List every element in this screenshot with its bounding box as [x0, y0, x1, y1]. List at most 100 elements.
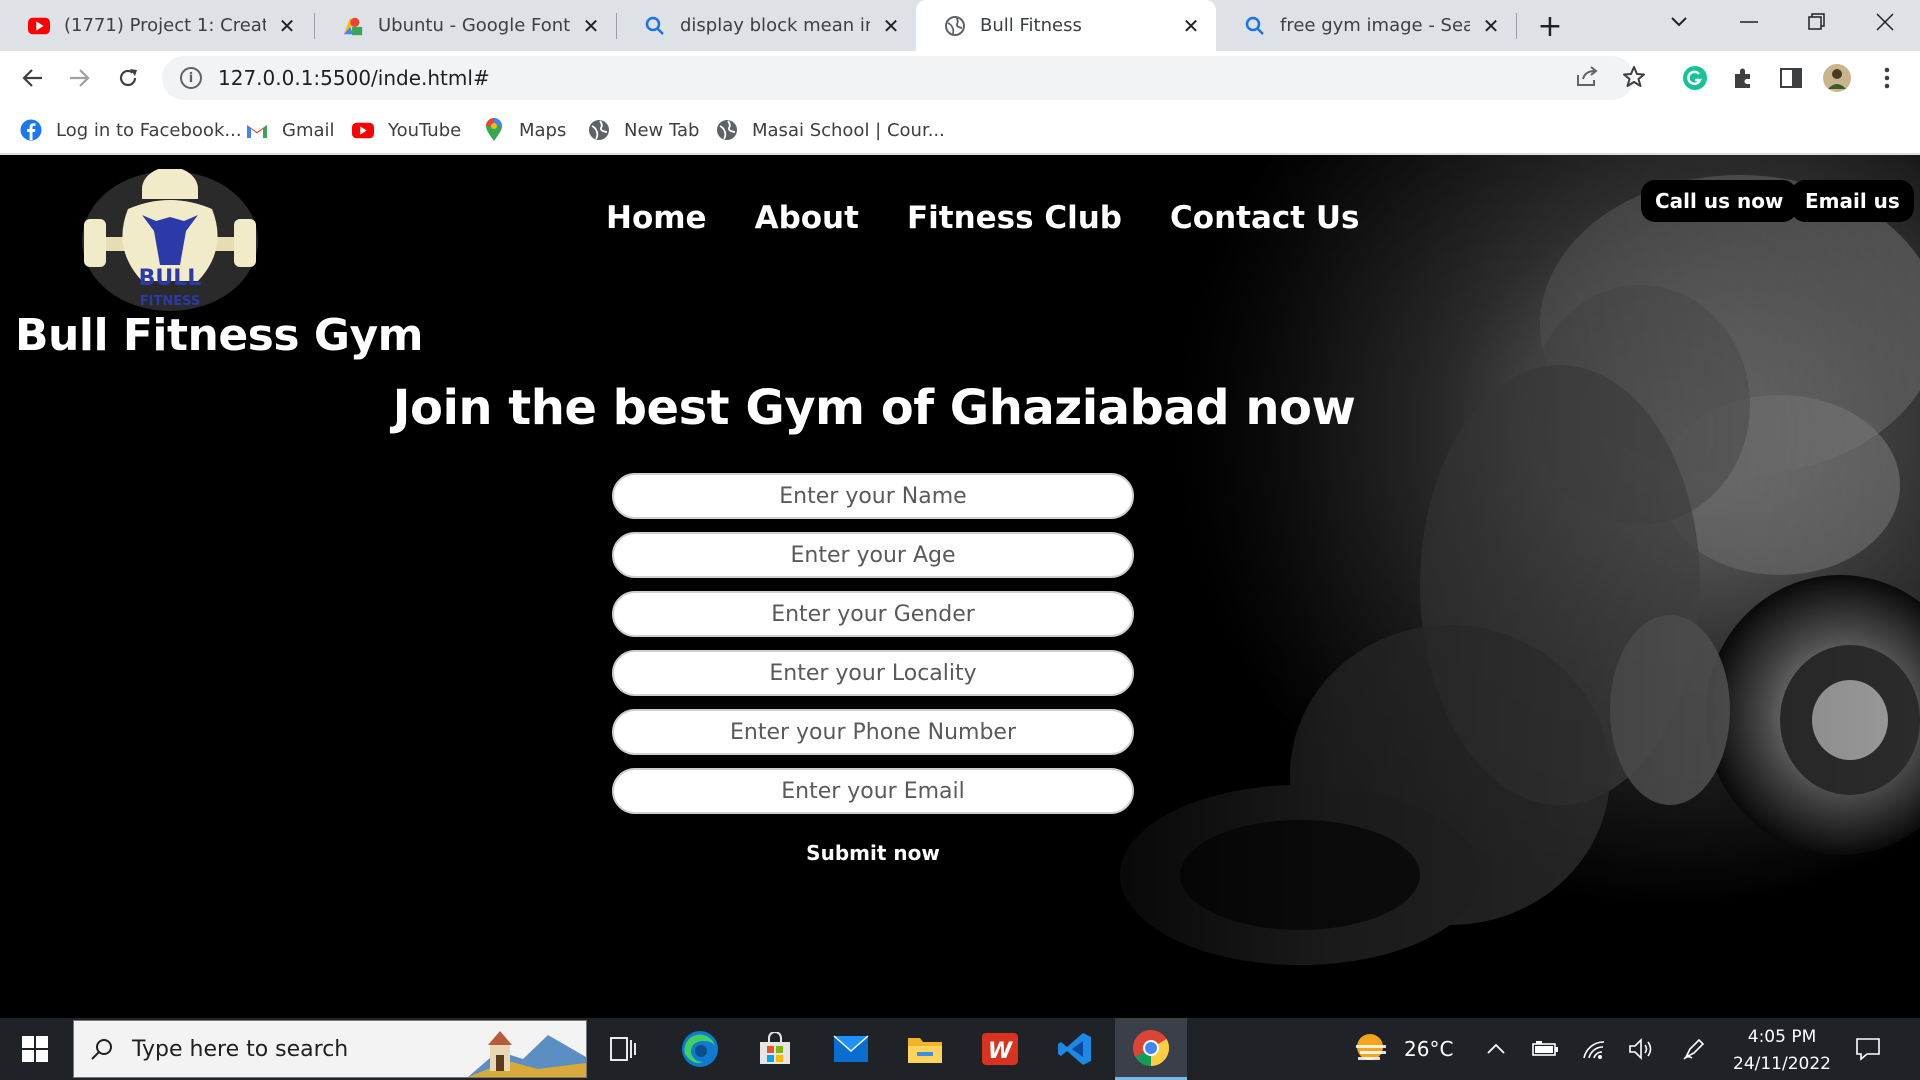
wifi-icon[interactable]: [1582, 1018, 1608, 1080]
gmail-icon: [246, 119, 268, 141]
grammarly-icon[interactable]: [1680, 63, 1710, 93]
facebook-icon: [20, 119, 42, 141]
tab-youtube-project[interactable]: (1771) Project 1: Creating ✕: [0, 0, 312, 51]
google-fonts-icon: [342, 15, 364, 37]
locality-input[interactable]: [612, 650, 1134, 696]
tab-title: free gym image - Search: [1280, 15, 1470, 36]
tab-display-block[interactable]: display block mean in css ✕: [616, 0, 916, 51]
back-button[interactable]: [14, 60, 50, 96]
bookmark-label: New Tab: [624, 119, 700, 141]
bookmark-new-tab[interactable]: New Tab: [588, 116, 699, 144]
tab-google-fonts[interactable]: Ubuntu - Google Fonts ✕: [314, 0, 616, 51]
mail-icon[interactable]: [828, 1026, 874, 1072]
name-input[interactable]: [612, 473, 1134, 519]
close-icon[interactable]: ✕: [276, 14, 298, 38]
main-nav: Home About Fitness Club Contact Us: [606, 200, 1359, 236]
info-icon[interactable]: i: [180, 67, 202, 89]
edge-icon[interactable]: [677, 1026, 723, 1072]
tab-title: Bull Fitness: [980, 15, 1082, 36]
close-icon[interactable]: ✕: [880, 14, 902, 38]
pen-icon[interactable]: [1682, 1018, 1706, 1080]
youtube-icon: [28, 15, 50, 37]
tab-title: Ubuntu - Google Fonts: [378, 15, 570, 36]
reload-button[interactable]: [110, 60, 146, 96]
bookmark-masai-school[interactable]: Masai School | Cour...: [716, 116, 945, 144]
arrow-left-icon: [22, 69, 42, 87]
restore-button[interactable]: [1784, 0, 1850, 44]
logo-subtext: FITNESS: [140, 294, 201, 309]
vscode-icon[interactable]: [1052, 1026, 1098, 1072]
bookmark-label: Log in to Facebook...: [56, 119, 242, 141]
svg-text:W: W: [988, 1039, 1014, 1064]
bookmarks-bar: Log in to Facebook... Gmail YouTube Maps…: [0, 106, 1920, 154]
weather-sun-icon: [1356, 1034, 1386, 1060]
volume-icon[interactable]: [1628, 1018, 1654, 1080]
clock-time: 4:05 PM: [1747, 1027, 1817, 1047]
nav-about[interactable]: About: [755, 200, 859, 236]
menu-dots-icon[interactable]: [1872, 63, 1902, 93]
forward-button[interactable]: [62, 60, 98, 96]
gym-logo: BULL FITNESS: [82, 169, 258, 311]
tab-gym-image-search[interactable]: free gym image - Search ✕: [1216, 0, 1516, 51]
page-viewport: BULL FITNESS Bull Fitness Gym Home About…: [0, 155, 1920, 1018]
weather-widget[interactable]: 26°C: [1352, 1018, 1453, 1080]
chrome-taskbar-icon[interactable]: [1115, 1018, 1187, 1080]
taskbar-search[interactable]: Type here to search: [73, 1020, 587, 1078]
tab-strip: (1771) Project 1: Creating ✕ Ubuntu - Go…: [0, 0, 1920, 51]
submit-button[interactable]: Submit now: [612, 829, 1134, 877]
gender-input[interactable]: [612, 591, 1134, 637]
hero-bodybuilder-image: [1020, 155, 1920, 1018]
show-hidden-icons[interactable]: [1486, 1018, 1506, 1080]
bookmark-label: YouTube: [388, 119, 462, 141]
file-explorer-icon[interactable]: [902, 1026, 948, 1072]
side-panel-icon[interactable]: [1776, 63, 1806, 93]
chevron-down-icon: [1671, 17, 1687, 27]
microsoft-store-icon[interactable]: [752, 1026, 798, 1072]
new-tab-button[interactable]: +: [1532, 8, 1568, 44]
nav-contact-us[interactable]: Contact Us: [1170, 200, 1359, 236]
bookmark-facebook[interactable]: Log in to Facebook...: [20, 116, 242, 144]
call-us-button[interactable]: Call us now: [1641, 180, 1798, 222]
profile-avatar[interactable]: [1822, 63, 1852, 93]
bookmark-gmail[interactable]: Gmail: [246, 116, 335, 144]
share-icon[interactable]: [1575, 65, 1599, 93]
bookmark-star-icon[interactable]: [1622, 65, 1646, 95]
wps-office-icon[interactable]: W: [977, 1026, 1023, 1072]
close-icon[interactable]: ✕: [580, 14, 602, 38]
phone-input[interactable]: [612, 709, 1134, 755]
bookmark-youtube[interactable]: YouTube: [352, 116, 461, 144]
search-icon: [90, 1037, 114, 1061]
search-highlight-illustration: [468, 1021, 586, 1077]
email-us-button[interactable]: Email us: [1791, 180, 1914, 222]
taskbar-search-placeholder: Type here to search: [132, 1036, 349, 1062]
start-button[interactable]: [0, 1018, 70, 1080]
minimize-button[interactable]: [1716, 0, 1782, 44]
browser-toolbar: i 127.0.0.1:5500/inde.html#: [0, 51, 1920, 106]
notification-center-icon[interactable]: [1855, 1018, 1881, 1080]
reload-icon: [119, 69, 137, 87]
nav-fitness-club[interactable]: Fitness Club: [907, 200, 1122, 236]
email-input[interactable]: [612, 768, 1134, 814]
globe-icon: [716, 119, 738, 141]
tab-bull-fitness[interactable]: Bull Fitness ✕: [916, 0, 1216, 51]
taskbar-clock[interactable]: 4:05 PM 24/11/2022: [1722, 1024, 1842, 1078]
hero-headline: Join the best Gym of Ghaziabad now: [392, 380, 1356, 436]
battery-icon[interactable]: [1532, 1018, 1560, 1080]
tab-title: (1771) Project 1: Creating: [64, 15, 266, 36]
extensions-icon[interactable]: [1728, 63, 1758, 93]
age-input[interactable]: [612, 532, 1134, 578]
brand-title: Bull Fitness Gym: [15, 310, 424, 361]
close-window-button[interactable]: [1852, 0, 1918, 44]
task-view-icon[interactable]: [600, 1026, 646, 1072]
tab-search-button[interactable]: [1646, 0, 1712, 44]
windows-icon: [22, 1036, 48, 1062]
nav-home[interactable]: Home: [606, 200, 707, 236]
close-icon[interactable]: ✕: [1480, 14, 1502, 38]
arrow-right-icon: [70, 69, 90, 87]
address-bar[interactable]: i 127.0.0.1:5500/inde.html#: [162, 56, 1634, 100]
url-text: 127.0.0.1:5500/inde.html#: [218, 66, 490, 90]
close-icon[interactable]: ✕: [1180, 14, 1202, 38]
tab-title: display block mean in css: [680, 15, 870, 36]
bookmark-label: Gmail: [282, 119, 335, 141]
bookmark-maps[interactable]: Maps: [483, 116, 566, 144]
